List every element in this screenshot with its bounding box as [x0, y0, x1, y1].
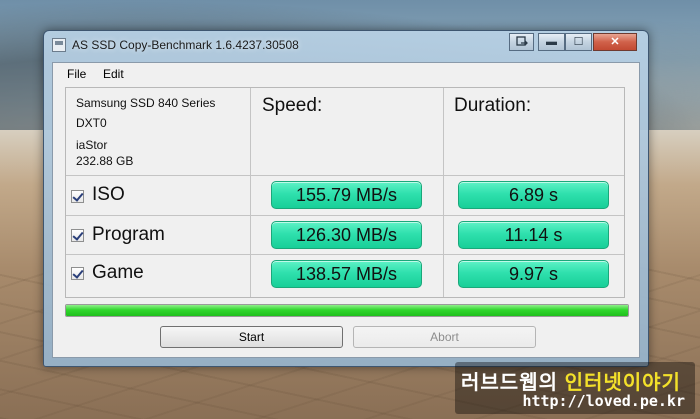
device-capacity: 232.88 GB — [76, 154, 134, 168]
minimize-button[interactable]: ▬ — [538, 33, 565, 51]
grid-divider — [66, 215, 624, 216]
grid-divider — [66, 254, 624, 255]
program-speed-value: 126.30 MB/s — [271, 221, 422, 249]
menu-file[interactable]: File — [67, 67, 86, 81]
game-speed-value: 138.57 MB/s — [271, 260, 422, 288]
app-icon[interactable] — [52, 38, 66, 52]
game-checkbox[interactable] — [71, 267, 84, 280]
device-driver: iaStor — [76, 138, 108, 152]
watermark-title: 러브드웹의 인터넷이야기 — [461, 366, 681, 395]
program-label: Program — [92, 224, 165, 245]
grid-divider — [443, 88, 444, 297]
iso-checkbox[interactable] — [71, 190, 84, 203]
game-duration-value: 9.97 s — [458, 260, 609, 288]
close-button[interactable]: ✕ — [593, 33, 637, 51]
progress-bar — [65, 304, 629, 317]
watermark-title-part1: 러브드웹의 — [461, 372, 565, 394]
window-title: AS SSD Copy-Benchmark 1.6.4237.30508 — [72, 38, 299, 52]
start-button[interactable]: Start — [160, 326, 343, 348]
grid-divider — [66, 175, 624, 176]
abort-button[interactable]: Abort — [353, 326, 536, 348]
device-model: Samsung SSD 840 Series — [76, 96, 216, 110]
program-checkbox[interactable] — [71, 229, 84, 242]
watermark-title-part2: 인터넷이야기 — [564, 372, 681, 394]
results-grid: Samsung SSD 840 Series DXT0 iaStor 232.8… — [65, 87, 625, 298]
speed-header: Speed: — [262, 95, 323, 116]
benchmark-window: AS SSD Copy-Benchmark 1.6.4237.30508 ▬ ☐… — [43, 30, 649, 367]
menu-edit[interactable]: Edit — [103, 67, 124, 81]
grid-divider — [250, 88, 251, 297]
iso-label: ISO — [92, 184, 125, 205]
iso-duration-value: 6.89 s — [458, 181, 609, 209]
restore-icon[interactable] — [509, 33, 534, 51]
game-label: Game — [92, 262, 144, 283]
maximize-button[interactable]: ☐ — [565, 33, 592, 51]
watermark-url: http://loved.pe.kr — [522, 392, 685, 410]
program-duration-value: 11.14 s — [458, 221, 609, 249]
client-area: File Edit Samsung SSD 840 Series DXT0 ia… — [52, 62, 640, 358]
iso-speed-value: 155.79 MB/s — [271, 181, 422, 209]
watermark: 러브드웹의 인터넷이야기 http://loved.pe.kr — [455, 362, 695, 414]
device-drive: DXT0 — [76, 116, 107, 130]
progress-bar-fill — [66, 305, 628, 316]
duration-header: Duration: — [454, 95, 532, 116]
title-bar[interactable]: AS SSD Copy-Benchmark 1.6.4237.30508 ▬ ☐… — [44, 31, 648, 59]
menu-bar: File Edit — [53, 63, 639, 84]
